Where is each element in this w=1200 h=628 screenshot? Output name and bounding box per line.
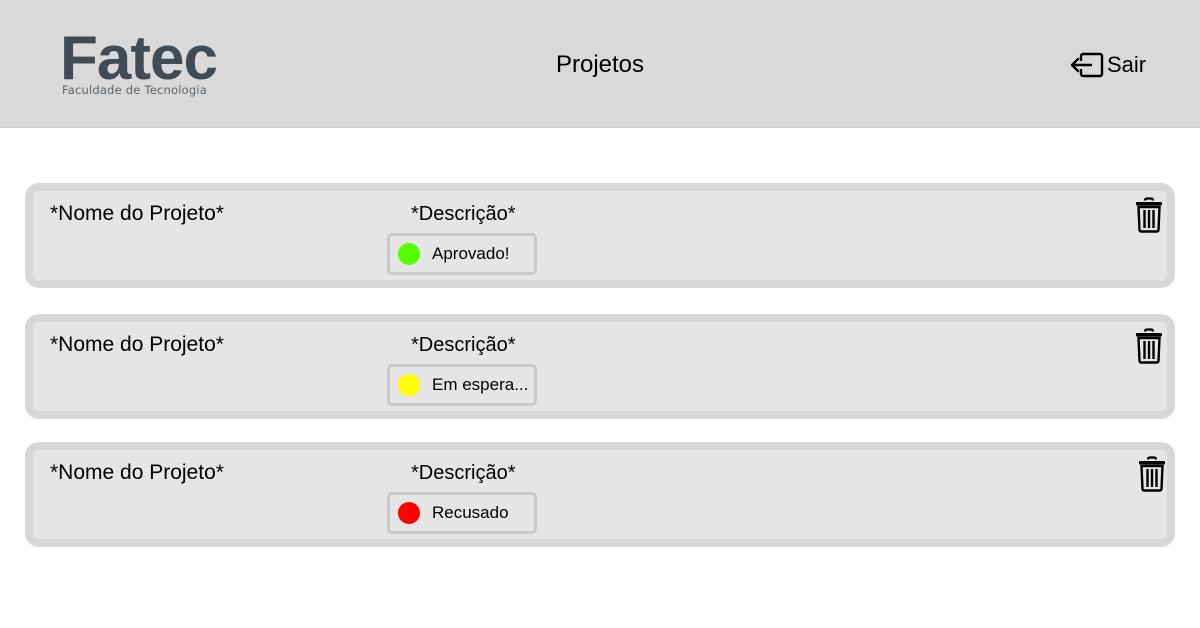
status-label: Aprovado! xyxy=(432,244,510,263)
logout-label: Sair xyxy=(1107,52,1147,77)
status-dot-icon xyxy=(398,374,420,396)
app-header: Fatec Faculdade de Tecnologia Projetos S… xyxy=(0,0,1200,128)
project-description: *Descrição* xyxy=(411,334,516,356)
trash-icon xyxy=(1137,456,1167,492)
delete-button[interactable] xyxy=(1134,197,1164,233)
project-card: *Nome do Projeto* *Descrição* Recusado xyxy=(25,442,1175,547)
project-card: *Nome do Projeto* *Descrição* Em espera.… xyxy=(25,314,1175,419)
page-title: Projetos xyxy=(555,51,645,78)
status-dot-icon xyxy=(398,243,420,265)
logout-arrow-icon xyxy=(1069,51,1105,79)
logout-button[interactable]: Sair xyxy=(1069,49,1146,81)
trash-icon xyxy=(1134,197,1164,233)
status-badge[interactable]: Em espera... xyxy=(387,364,537,406)
project-card: *Nome do Projeto* *Descrição* Aprovado! xyxy=(25,183,1175,288)
status-label: Recusado xyxy=(432,503,509,522)
delete-button[interactable] xyxy=(1134,328,1164,364)
project-description: *Descrição* xyxy=(411,203,516,225)
status-dot-icon xyxy=(398,502,420,524)
status-badge[interactable]: Aprovado! xyxy=(387,233,537,275)
delete-button[interactable] xyxy=(1137,456,1167,492)
status-badge[interactable]: Recusado xyxy=(387,492,537,534)
status-label: Em espera... xyxy=(432,375,529,394)
trash-icon xyxy=(1134,328,1164,364)
project-description: *Descrição* xyxy=(411,462,516,484)
project-name: *Nome do Projeto* xyxy=(50,461,224,484)
project-name: *Nome do Projeto* xyxy=(50,333,224,356)
project-name: *Nome do Projeto* xyxy=(50,202,224,225)
logo-subtitle: Faculdade de Tecnologia xyxy=(62,83,207,97)
